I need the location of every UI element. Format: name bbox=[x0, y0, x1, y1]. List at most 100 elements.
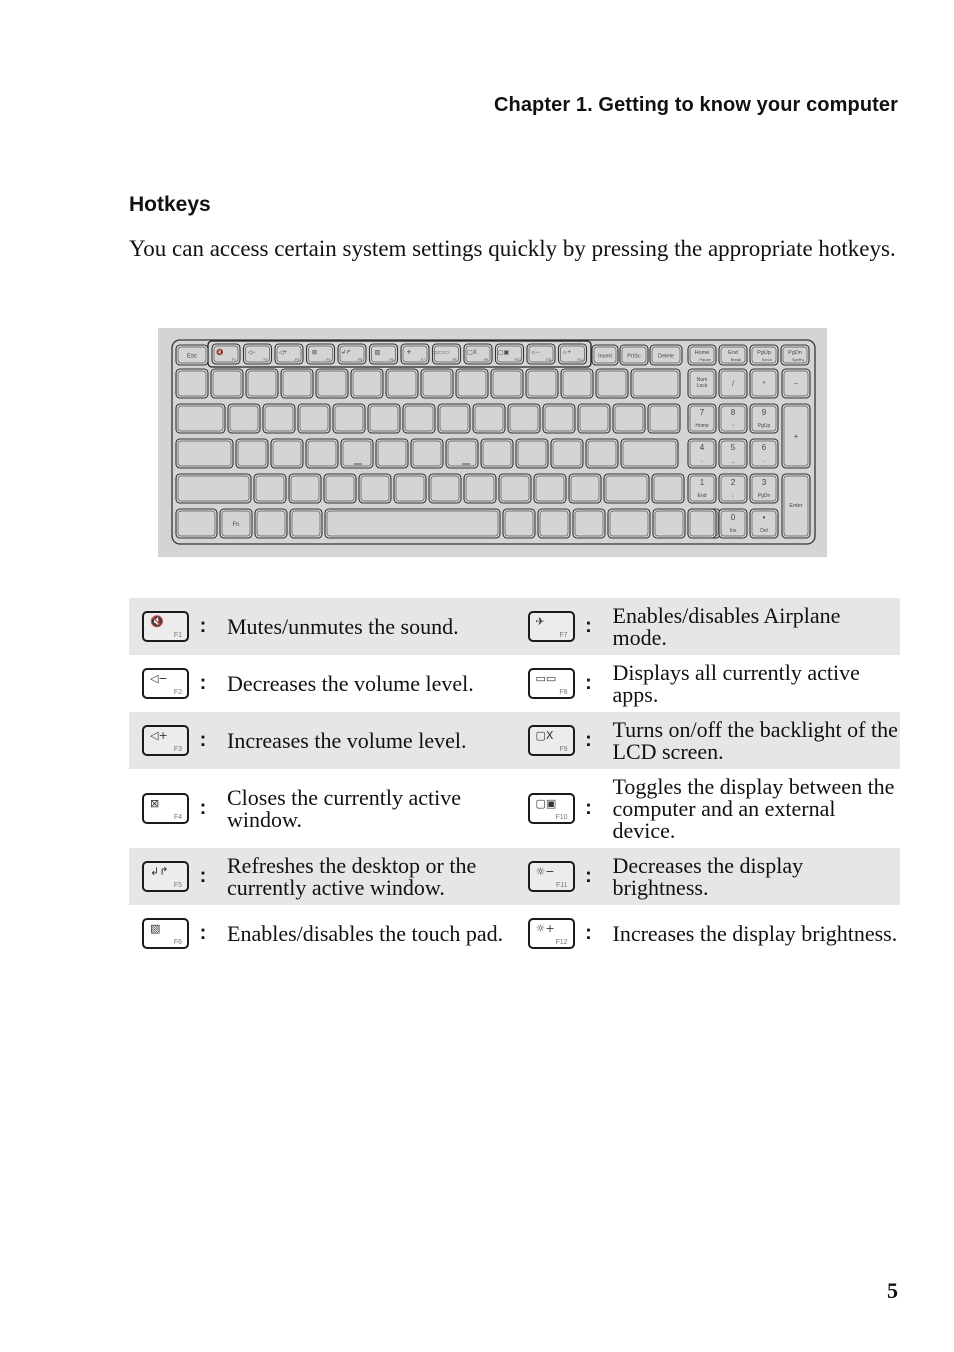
key-sublabel: Ins bbox=[730, 528, 737, 534]
volume-up-icon: ◁+ bbox=[279, 350, 288, 356]
key bbox=[254, 508, 288, 539]
f9-key: ▢X F9 bbox=[527, 725, 575, 756]
key-label: 7 bbox=[700, 408, 705, 417]
key bbox=[428, 473, 462, 504]
airplane-icon: ✈ bbox=[406, 349, 411, 356]
hotkey-description: Displays all currently active apps. bbox=[612, 659, 860, 707]
key bbox=[537, 508, 571, 539]
key-label: • bbox=[763, 513, 766, 522]
key-sublabel: _ bbox=[731, 458, 735, 464]
mute-icon: 🔇 bbox=[216, 348, 224, 356]
fn-key-label: F12 bbox=[577, 358, 583, 362]
page-number: 5 bbox=[887, 1278, 898, 1303]
separator: : bbox=[585, 672, 592, 694]
key-label: Insert bbox=[598, 354, 612, 360]
touchpad-icon: ▧ bbox=[375, 350, 381, 356]
key-label: F5 bbox=[173, 882, 182, 889]
key-sublabel: Pause bbox=[699, 357, 711, 362]
hotkey-cell: ◁+ F3 : Increases the volume level. bbox=[129, 712, 515, 769]
hotkey-table: 🔇 F1 : Mutes/unmutes the sound. ✈ F7 : Ena… bbox=[129, 598, 900, 962]
f8-key: ▭▭ F8 bbox=[527, 668, 575, 699]
f11-key: ☼− F11 bbox=[527, 861, 575, 892]
hotkey-description: Enables/disables Airplane mode. bbox=[612, 602, 841, 650]
key-sublabel: ScrLk bbox=[762, 357, 772, 362]
key-sublabel: ↑ bbox=[732, 423, 735, 429]
key bbox=[480, 438, 514, 469]
fn-key-label: F8 bbox=[452, 358, 456, 362]
fn-key-label: F7 bbox=[421, 358, 425, 362]
key bbox=[375, 438, 409, 469]
intro-paragraph: You can access certain system settings q… bbox=[129, 236, 896, 261]
key-label: Delete bbox=[658, 354, 674, 360]
key bbox=[175, 508, 218, 539]
key-label: / bbox=[732, 381, 734, 388]
hotkey-cell: ▢X F9 : Turns on/off the backlight of the… bbox=[515, 712, 901, 769]
key bbox=[498, 473, 532, 504]
spacebar-key bbox=[324, 508, 501, 539]
hotkey-cell: ↲↱ F5 : Refreshes the desktop or the curr… bbox=[129, 848, 515, 905]
key bbox=[410, 438, 444, 469]
key bbox=[607, 508, 651, 539]
brightness-down-icon: ☼− bbox=[535, 865, 555, 878]
hotkey-description: Closes the currently active window. bbox=[227, 784, 461, 832]
key-sublabel: Break bbox=[731, 357, 741, 362]
separator: : bbox=[199, 922, 207, 944]
fn-key-label: F9 bbox=[484, 358, 488, 362]
key-sublabel: Home bbox=[695, 423, 709, 429]
key bbox=[175, 438, 234, 469]
key-label: F9 bbox=[559, 746, 568, 753]
hotkey-cell: ▧ F6 : Enables/disables the touch pad. bbox=[129, 905, 515, 962]
key-label: F8 bbox=[559, 689, 568, 696]
hotkey-row: 🔇 F1 : Mutes/unmutes the sound. ✈ F7 : Ena… bbox=[129, 598, 900, 655]
separator: : bbox=[199, 865, 207, 887]
f5-key: ↲↱ F5 bbox=[142, 861, 189, 892]
fn-key-label: F10 bbox=[514, 358, 520, 362]
separator: : bbox=[199, 615, 207, 637]
key bbox=[603, 473, 650, 504]
key-label: * bbox=[763, 381, 766, 388]
key bbox=[455, 368, 489, 399]
separator: : bbox=[199, 672, 207, 694]
key bbox=[577, 403, 611, 434]
hotkey-cell: ▢▣ F10 : Toggles the display between the … bbox=[515, 769, 901, 848]
key-label: PgDn bbox=[788, 350, 802, 356]
hotkey-row: ↲↱ F5 : Refreshes the desktop or the curr… bbox=[129, 848, 900, 905]
key bbox=[490, 368, 524, 399]
key bbox=[289, 508, 323, 539]
brightness-up-icon: ☼+ bbox=[562, 350, 571, 356]
mute-icon: 🔇 bbox=[150, 615, 164, 628]
key bbox=[612, 403, 646, 434]
f3-key: ◁+ F3 bbox=[142, 725, 189, 756]
f6-key: ▧ F6 bbox=[142, 918, 189, 949]
key bbox=[463, 473, 497, 504]
key bbox=[358, 473, 392, 504]
key bbox=[297, 403, 331, 434]
key bbox=[393, 473, 427, 504]
key bbox=[515, 438, 549, 469]
keyboard-diagram: Esc 🔇 F1 ◁− F2 ◁+ F3 ⊠ F4 ↲↱ F5 ▧ F6 ✈ F7 ▭▭▭ F8 ▢X F9 ▢▣ F1… bbox=[158, 328, 827, 557]
hotkey-row: ▧ F6 : Enables/disables the touch pad. ☼+… bbox=[129, 905, 900, 962]
key bbox=[175, 403, 226, 434]
chapter-header: Chapter 1. Getting to know your computer bbox=[493, 94, 898, 116]
key-label: 2 bbox=[731, 478, 736, 487]
fn-key-label: F5 bbox=[358, 358, 362, 362]
key bbox=[420, 368, 454, 399]
key-label: 1 bbox=[700, 478, 705, 487]
key bbox=[533, 473, 567, 504]
key bbox=[630, 368, 681, 399]
key-sublabel: PgUp bbox=[758, 423, 771, 429]
fn-key-label: F2 bbox=[263, 358, 267, 362]
brightness-up-icon: ☼+ bbox=[535, 922, 555, 935]
key-label: + bbox=[794, 432, 799, 441]
key-label: End bbox=[728, 350, 738, 356]
key bbox=[620, 438, 679, 469]
key-label: 8 bbox=[731, 408, 736, 417]
active-apps-icon: ▭▭ bbox=[535, 672, 557, 685]
key-sublabel: ← bbox=[700, 458, 705, 464]
key bbox=[227, 403, 261, 434]
volume-down-icon: ◁− bbox=[247, 350, 256, 356]
key-label: F6 bbox=[173, 939, 182, 946]
hotkey-row: ◁− F2 : Decreases the volume level. ▭▭ F8 … bbox=[129, 655, 900, 712]
fn-key-label: F1 bbox=[232, 358, 236, 362]
key-label: Enter bbox=[789, 503, 802, 509]
